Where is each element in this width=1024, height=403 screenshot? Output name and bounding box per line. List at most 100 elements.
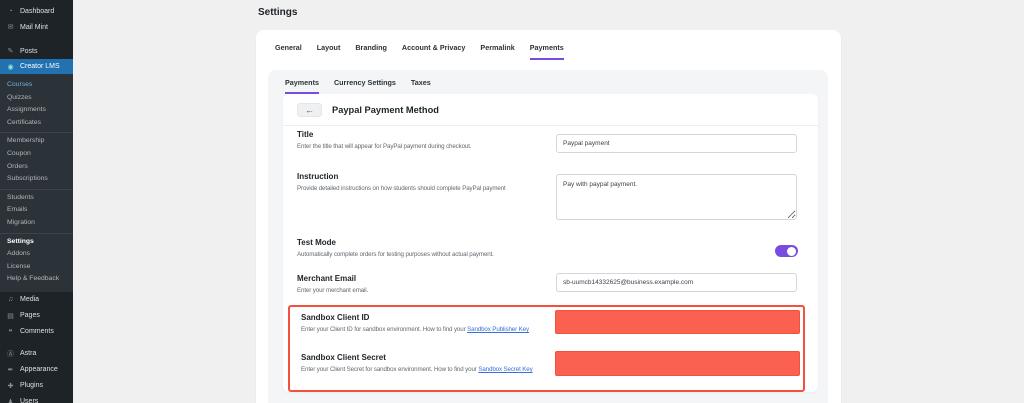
submenu-item-license[interactable]: License: [0, 261, 73, 274]
instruction-description: Provide detailed instructions on how stu…: [297, 184, 567, 194]
sandbox-client-id-row: Sandbox Client ID Enter your Client ID f…: [301, 313, 563, 335]
sidebar-item-plugins[interactable]: ✚ Plugins: [0, 378, 73, 394]
sidebar-item-users[interactable]: ♟ Users: [0, 394, 73, 403]
submenu-item-settings[interactable]: Settings: [0, 236, 73, 249]
test-mode-row: Test Mode Automatically complete orders …: [297, 238, 567, 260]
sidebar-item-label: Plugins: [20, 382, 43, 389]
tab-payments[interactable]: Payments: [530, 43, 564, 60]
sidebar-item-astra[interactable]: Ⓐ Astra: [0, 346, 73, 362]
submenu-item-students[interactable]: Students: [0, 192, 73, 205]
settings-card: General Layout Branding Account & Privac…: [256, 30, 841, 403]
sidebar-item-creator-lms[interactable]: ◉ Creator LMS: [0, 59, 73, 74]
users-icon: ♟: [6, 398, 15, 403]
dashboard-icon: ◔: [6, 8, 15, 15]
title-field-row: Title Enter the title that will appear f…: [297, 130, 567, 152]
sidebar-item-label: Astra: [20, 350, 36, 357]
sidebar-item-comments[interactable]: ❝ Comments: [0, 324, 73, 340]
merchant-email-description: Enter your merchant email.: [297, 286, 567, 296]
sandbox-client-secret-input[interactable]: [555, 351, 800, 376]
back-button[interactable]: ←: [297, 103, 322, 117]
sandbox-secret-key-link[interactable]: Sandbox Secret Key: [478, 366, 532, 373]
sidebar-item-label: Appearance: [20, 366, 58, 373]
page-title: Settings: [258, 7, 297, 18]
tab-layout[interactable]: Layout: [317, 43, 341, 60]
sandbox-client-secret-desc-text: Enter your Client Secret for sandbox env…: [301, 366, 478, 373]
comments-icon: ❝: [6, 328, 15, 336]
sidebar-item-posts[interactable]: ✎ Posts: [0, 43, 73, 59]
sidebar-item-label: Posts: [20, 48, 38, 55]
submenu-item-courses[interactable]: Courses: [0, 79, 73, 92]
sandbox-publisher-key-link[interactable]: Sandbox Publisher Key: [467, 326, 529, 333]
sandbox-highlight-box: Sandbox Client ID Enter your Client ID f…: [288, 305, 805, 392]
mail-icon: ✉: [6, 23, 15, 31]
pushpin-icon: ✎: [6, 47, 15, 55]
submenu-item-help-feedback[interactable]: Help & Feedback: [0, 273, 73, 286]
pages-icon: ▤: [6, 312, 15, 320]
test-mode-toggle[interactable]: [775, 245, 798, 257]
astra-icon: Ⓐ: [6, 349, 15, 359]
settings-tabs: General Layout Branding Account & Privac…: [275, 43, 564, 60]
instruction-field-row: Instruction Provide detailed instruction…: [297, 172, 567, 194]
paypal-method-card: ← Paypal Payment Method Title Enter the …: [283, 94, 818, 392]
submenu-item-migration[interactable]: Migration: [0, 217, 73, 230]
sidebar-item-label: Dashboard: [20, 8, 54, 15]
payments-panel: Payments Currency Settings Taxes ← Paypa…: [268, 70, 828, 403]
subtab-currency-settings[interactable]: Currency Settings: [334, 78, 396, 94]
submenu-item-addons[interactable]: Addons: [0, 248, 73, 261]
submenu-item-emails[interactable]: Emails: [0, 204, 73, 217]
toggle-knob: [787, 247, 796, 256]
subtab-payments[interactable]: Payments: [285, 78, 319, 94]
back-arrow-icon: ←: [305, 105, 314, 115]
merchant-email-row: Merchant Email Enter your merchant email…: [297, 274, 567, 296]
admin-sidebar: ◔ Dashboard ✉ Mail Mint ✎ Posts ◉ Creato…: [0, 0, 73, 403]
tab-branding[interactable]: Branding: [355, 43, 387, 60]
title-input[interactable]: [556, 134, 797, 153]
sidebar-item-pages[interactable]: ▤ Pages: [0, 308, 73, 324]
tab-account-privacy[interactable]: Account & Privacy: [402, 43, 466, 60]
sidebar-item-label: Media: [20, 296, 39, 303]
submenu-item-orders[interactable]: Orders: [0, 161, 73, 174]
merchant-email-input[interactable]: [556, 273, 797, 292]
submenu-item-membership[interactable]: Membership: [0, 135, 73, 148]
submenu-item-coupon[interactable]: Coupon: [0, 148, 73, 161]
appearance-icon: ✒: [6, 366, 15, 374]
paypal-method-title: Paypal Payment Method: [332, 105, 439, 115]
sidebar-item-media[interactable]: ♫ Media: [0, 292, 73, 308]
test-mode-label: Test Mode: [297, 238, 567, 247]
submenu-item-assignments[interactable]: Assignments: [0, 104, 73, 117]
media-icon: ♫: [6, 296, 15, 303]
sandbox-client-secret-label: Sandbox Client Secret: [301, 353, 541, 362]
title-label: Title: [297, 130, 567, 139]
sandbox-client-secret-description: Enter your Client Secret for sandbox env…: [301, 365, 541, 375]
sandbox-client-id-label: Sandbox Client ID: [301, 313, 563, 322]
sidebar-separator: [0, 35, 73, 43]
merchant-email-label: Merchant Email: [297, 274, 567, 283]
tab-general[interactable]: General: [275, 43, 302, 60]
sidebar-item-label: Users: [20, 398, 38, 403]
title-description: Enter the title that will appear for Pay…: [297, 142, 567, 152]
payments-subtabs: Payments Currency Settings Taxes: [285, 78, 431, 94]
sidebar-item-label: Pages: [20, 312, 40, 319]
sidebar-item-dashboard[interactable]: ◔ Dashboard: [0, 3, 73, 19]
sidebar-item-label: Mail Mint: [20, 24, 48, 31]
creator-lms-icon: ◉: [6, 63, 15, 71]
submenu-item-quizzes[interactable]: Quizzes: [0, 92, 73, 105]
submenu-item-subscriptions[interactable]: Subscriptions: [0, 173, 73, 186]
tab-permalink[interactable]: Permalink: [480, 43, 514, 60]
subtab-taxes[interactable]: Taxes: [411, 78, 431, 94]
plugins-icon: ✚: [6, 382, 15, 390]
creator-lms-submenu: Courses Quizzes Assignments Certificates…: [0, 74, 73, 292]
paypal-method-header: ← Paypal Payment Method: [283, 94, 818, 126]
sidebar-item-label: Comments: [20, 328, 54, 335]
instruction-label: Instruction: [297, 172, 567, 181]
instruction-textarea[interactable]: Pay with paypal payment.: [556, 174, 797, 220]
sandbox-client-id-desc-text: Enter your Client ID for sandbox environ…: [301, 326, 467, 333]
test-mode-description: Automatically complete orders for testin…: [297, 250, 567, 260]
sandbox-client-id-input[interactable]: [555, 310, 800, 334]
sidebar-item-mail-mint[interactable]: ✉ Mail Mint: [0, 19, 73, 35]
submenu-item-certificates[interactable]: Certificates: [0, 117, 73, 130]
sidebar-item-appearance[interactable]: ✒ Appearance: [0, 362, 73, 378]
sandbox-client-secret-row: Sandbox Client Secret Enter your Client …: [301, 353, 541, 375]
sidebar-item-label: Creator LMS: [20, 63, 60, 70]
sandbox-client-id-description: Enter your Client ID for sandbox environ…: [301, 325, 563, 335]
